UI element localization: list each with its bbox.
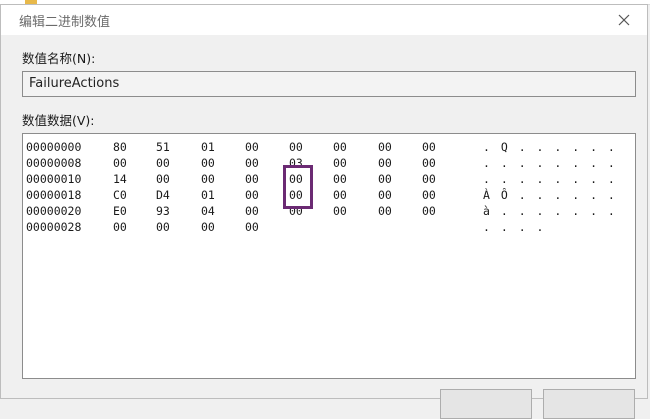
hex-byte[interactable]: 00 [201,171,215,187]
hex-ascii: . . . . . . . . [483,172,617,186]
hex-address: 00000028 [26,220,82,234]
hex-byte[interactable]: 00 [378,203,392,219]
cancel-button[interactable] [543,389,635,419]
hex-byte[interactable]: 04 [201,203,215,219]
hex-byte[interactable]: 00 [422,171,436,187]
hex-byte[interactable]: 00 [333,187,347,203]
hex-ascii: À Ô . . . . . . [483,188,617,202]
hex-address: 00000008 [26,156,82,170]
hex-address: 00000020 [26,204,82,218]
hex-row: 00000000 80 51 01 00 00 00 00 00. Q . . . . . . [23,139,635,155]
hex-byte[interactable]: 00 [201,219,215,235]
hex-byte[interactable]: 00 [113,219,127,235]
title-bar: 编辑二进制数值 [1,5,647,35]
hex-byte[interactable]: 00 [422,203,436,219]
hex-byte[interactable]: C0 [113,187,127,203]
hex-row: 00000008 00 00 00 00 03 00 00 00. . . . . . . . [23,155,635,171]
hex-byte[interactable]: 00 [378,171,392,187]
hex-byte[interactable]: 00 [245,155,259,171]
hex-byte[interactable]: E0 [113,203,127,219]
hex-row: 00000028 00 00 00 00 . . . . [23,219,635,235]
value-data-label: 数值数据(V): [22,113,95,128]
hex-row: 00000018 C0 D4 01 00 00 00 00 00 À Ô . . . . . . [23,187,635,203]
hex-byte[interactable]: 01 [201,187,215,203]
hex-address: 00000018 [26,188,82,202]
hex-byte[interactable]: 00 [422,187,436,203]
highlight-annotation [283,165,313,209]
hex-byte[interactable]: 00 [333,139,347,155]
hex-byte[interactable]: 00 [245,219,259,235]
hex-byte[interactable]: 00 [245,203,259,219]
hex-address: 00000000 [26,140,82,154]
hex-byte[interactable]: 00 [378,155,392,171]
ok-button[interactable] [440,389,532,419]
hex-byte[interactable]: 00 [422,155,436,171]
hex-byte[interactable]: 00 [156,155,170,171]
hex-row: 00000020 E0 93 04 00 00 00 00 00 à . . . . . . . [23,203,635,219]
hex-row: 00000010 14 00 00 00 00 00 00 00. . . . . . . . [23,171,635,187]
hex-ascii: à . . . . . . . [483,204,617,218]
hex-ascii: . . . . . . . . [483,156,617,170]
hex-address: 00000010 [26,172,82,186]
hex-byte[interactable]: 00 [245,139,259,155]
hex-byte[interactable]: 80 [113,139,127,155]
hex-byte[interactable]: D4 [156,187,170,203]
close-button[interactable] [601,5,647,35]
hex-byte[interactable]: 00 [156,171,170,187]
hex-byte[interactable]: 00 [245,171,259,187]
hex-byte[interactable]: 00 [289,139,303,155]
hex-byte[interactable]: 00 [113,155,127,171]
dialog-title: 编辑二进制数值 [19,15,111,30]
hex-byte[interactable]: 00 [333,171,347,187]
hex-byte[interactable]: 00 [201,155,215,171]
hex-byte[interactable]: 00 [333,203,347,219]
value-name-field[interactable]: FailureActions [22,71,636,97]
close-icon [618,14,630,26]
hex-ascii: . . . . [483,220,546,234]
hex-byte[interactable]: 01 [201,139,215,155]
value-name-label: 数值名称(N): [22,51,96,66]
hex-byte[interactable]: 00 [333,155,347,171]
hex-byte[interactable]: 93 [156,203,170,219]
hex-byte[interactable]: 00 [245,187,259,203]
hex-byte[interactable]: 00 [378,139,392,155]
hex-byte[interactable]: 14 [113,171,127,187]
hex-ascii: . Q . . . . . . [483,140,617,154]
hex-byte[interactable]: 51 [156,139,170,155]
hex-byte[interactable]: 00 [156,219,170,235]
hex-editor[interactable]: 00000000 80 51 01 00 00 00 00 00. Q . . . . . .0… [22,133,636,379]
hex-byte[interactable]: 00 [378,187,392,203]
hex-byte[interactable]: 00 [422,139,436,155]
